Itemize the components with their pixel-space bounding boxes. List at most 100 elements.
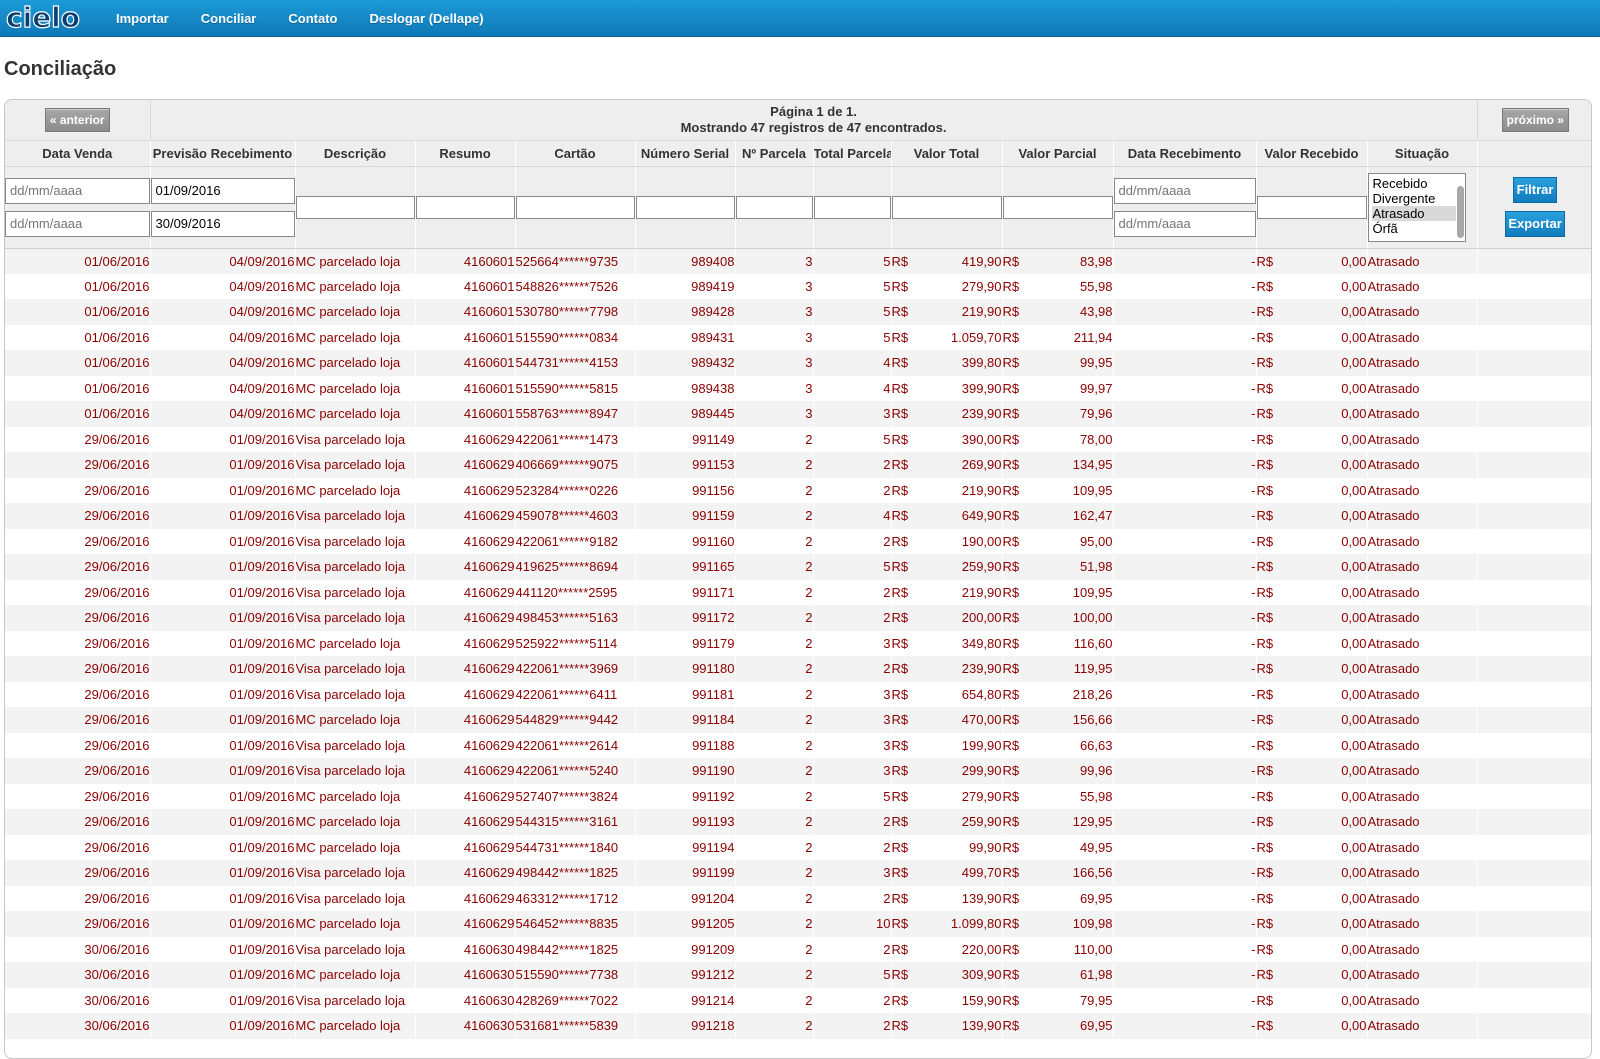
amount: 51,98 [1079,559,1113,575]
table-row[interactable]: 29/06/2016 01/09/2016 Visa parcelado loja 4… [5,860,1591,886]
table-row[interactable]: 29/06/2016 01/09/2016 MC parcelado loja 416… [5,707,1591,733]
data-venda-to-input[interactable] [5,210,150,237]
data-venda-from-input[interactable] [5,177,150,204]
cell-previsao: 01/09/2016 [150,732,296,758]
table-row[interactable]: 29/06/2016 01/09/2016 MC parcelado loja 416… [5,783,1591,809]
cell-resumo: 4160601 [415,248,516,274]
table-row[interactable]: 30/06/2016 01/09/2016 Visa parcelado loja 4… [5,936,1591,962]
table-row[interactable]: 29/06/2016 01/09/2016 Visa parcelado loja 4… [5,579,1591,605]
money-value: R$ 139,90 [892,891,1002,906]
previsao-to-input[interactable] [150,210,295,237]
data-recebimento-to-input[interactable] [1113,210,1256,237]
table-row[interactable]: 29/06/2016 01/09/2016 Visa parcelado loja 4… [5,732,1591,758]
cell-cartao: 419625******8694 [515,554,636,580]
table-row[interactable]: 29/06/2016 01/09/2016 Visa parcelado loja 4… [5,426,1591,452]
col-n-parcela[interactable]: Nº Parcela [735,140,814,167]
col-resumo[interactable]: Resumo [415,140,516,167]
resumo-filter-input[interactable] [415,195,515,219]
export-button[interactable]: Exportar [1505,211,1566,237]
cell-actions [1477,273,1591,299]
data-recebimento-from-input[interactable] [1113,177,1256,204]
amount: 0,00 [1341,890,1367,906]
col-valor-recebido[interactable]: Valor Recebido [1256,140,1368,167]
cell-previsao: 01/09/2016 [150,758,296,784]
table-row[interactable]: 30/06/2016 01/09/2016 Visa parcelado loja 4… [5,987,1591,1013]
table-row[interactable]: 30/06/2016 01/09/2016 MC parcelado loja 416… [5,962,1591,988]
col-numero-serial[interactable]: Número Serial [635,140,736,167]
nav-conciliar[interactable]: Conciliar [201,11,257,26]
table-row[interactable]: 30/06/2016 01/09/2016 MC parcelado loja 416… [5,1013,1591,1039]
table-row[interactable]: 29/06/2016 01/09/2016 MC parcelado loja 416… [5,911,1591,937]
cell-valor-parcial: R$ 99,96 [1002,758,1114,784]
table-row[interactable]: 29/06/2016 01/09/2016 Visa parcelado loja 4… [5,528,1591,554]
cell-n-parcela: 3 [735,248,814,274]
cell-resumo: 4160629 [415,758,516,784]
table-row[interactable]: 01/06/2016 04/09/2016 MC parcelado loja 416… [5,350,1591,376]
table-row[interactable]: 01/06/2016 04/09/2016 MC parcelado loja 416… [5,375,1591,401]
currency-symbol: R$ [891,635,909,651]
table-row[interactable]: 29/06/2016 01/09/2016 MC parcelado loja 416… [5,630,1591,656]
col-valor-parcial[interactable]: Valor Parcial [1002,140,1114,167]
cartao-filter-input[interactable] [515,195,635,219]
nav-deslogar[interactable]: Deslogar (Dellape) [369,11,483,26]
col-data-recebimento[interactable]: Data Recebimento [1113,140,1257,167]
table-row[interactable]: 29/06/2016 01/09/2016 Visa parcelado loja 4… [5,758,1591,784]
table-row[interactable]: 29/06/2016 01/09/2016 Visa parcelado loja 4… [5,605,1591,631]
filter-button[interactable]: Filtrar [1513,177,1558,203]
table-row[interactable]: 29/06/2016 01/09/2016 MC parcelado loja 416… [5,477,1591,503]
col-descricao[interactable]: Descrição [295,140,416,167]
nav-importar[interactable]: Importar [116,11,169,26]
cell-resumo: 4160629 [415,834,516,860]
table-row[interactable]: 29/06/2016 01/09/2016 Visa parcelado loja 4… [5,503,1591,529]
status-option-orfa[interactable]: Órfã [1372,221,1456,236]
status-option-atrasado[interactable]: Atrasado [1371,205,1456,221]
valor-total-filter-input[interactable] [891,195,1002,219]
col-data-venda[interactable]: Data Venda [5,140,151,167]
table-row[interactable]: 29/06/2016 01/09/2016 Visa parcelado loja 4… [5,554,1591,580]
cell-cartao: 515590******0834 [515,324,636,350]
cell-numero-serial: 991179 [635,630,736,656]
col-situacao[interactable]: Situação [1367,140,1478,167]
n-parcela-filter-input[interactable] [735,195,813,219]
previsao-from-input[interactable] [150,177,295,204]
amount: 1.099,80 [950,916,1002,932]
currency-symbol: R$ [1002,839,1020,855]
col-valor-total[interactable]: Valor Total [891,140,1003,167]
valor-recebido-filter-input[interactable] [1256,195,1367,219]
prev-page-button[interactable]: « anterior [44,107,110,132]
cielo-logo[interactable]: cielo [0,0,92,37]
money-value: R$ 0,00 [1257,585,1367,600]
table-row[interactable]: 29/06/2016 01/09/2016 MC parcelado loja 416… [5,809,1591,835]
col-previsao[interactable]: Previsão Recebimento [150,140,296,167]
table-row[interactable]: 29/06/2016 01/09/2016 MC parcelado loja 416… [5,834,1591,860]
cell-data-venda: 29/06/2016 [5,834,151,860]
cell-previsao: 04/09/2016 [150,324,296,350]
col-total-parcela[interactable]: Total Parcela [813,140,892,167]
table-row[interactable]: 01/06/2016 04/09/2016 MC parcelado loja 416… [5,324,1591,350]
next-page-button[interactable]: próximo » [1501,107,1569,132]
table-row[interactable]: 01/06/2016 04/09/2016 MC parcelado loja 416… [5,273,1591,299]
serial-filter-input[interactable] [635,195,735,219]
status-option-recebido[interactable]: Recebido [1372,176,1456,191]
table-row[interactable]: 29/06/2016 01/09/2016 Visa parcelado loja 4… [5,885,1591,911]
status-option-divergente[interactable]: Divergente [1372,191,1456,206]
currency-symbol: R$ [891,890,909,906]
table-row[interactable]: 01/06/2016 04/09/2016 MC parcelado loja 416… [5,401,1591,427]
nav-contato[interactable]: Contato [288,11,337,26]
situacao-listbox[interactable]: Recebido Divergente Atrasado Órfã [1367,172,1466,242]
valor-parcial-filter-input[interactable] [1002,195,1113,219]
table-row[interactable]: 29/06/2016 01/09/2016 Visa parcelado loja 4… [5,656,1591,682]
descricao-filter-input[interactable] [295,195,415,219]
col-cartao[interactable]: Cartão [515,140,636,167]
amount: 470,00 [961,712,1002,728]
table-row[interactable]: 01/06/2016 04/09/2016 MC parcelado loja 416… [5,248,1591,274]
cell-data-recebimento: - [1113,503,1257,529]
listbox-scrollbar[interactable] [1456,185,1464,238]
cell-total-parcela: 4 [813,350,892,376]
table-row[interactable]: 01/06/2016 04/09/2016 MC parcelado loja 416… [5,299,1591,325]
cell-situacao: Atrasado [1367,656,1478,682]
table-row[interactable]: 29/06/2016 01/09/2016 Visa parcelado loja 4… [5,681,1591,707]
total-parcela-filter-input[interactable] [813,195,891,219]
money-value: R$ 0,00 [1257,916,1367,931]
table-row[interactable]: 29/06/2016 01/09/2016 Visa parcelado loja 4… [5,452,1591,478]
